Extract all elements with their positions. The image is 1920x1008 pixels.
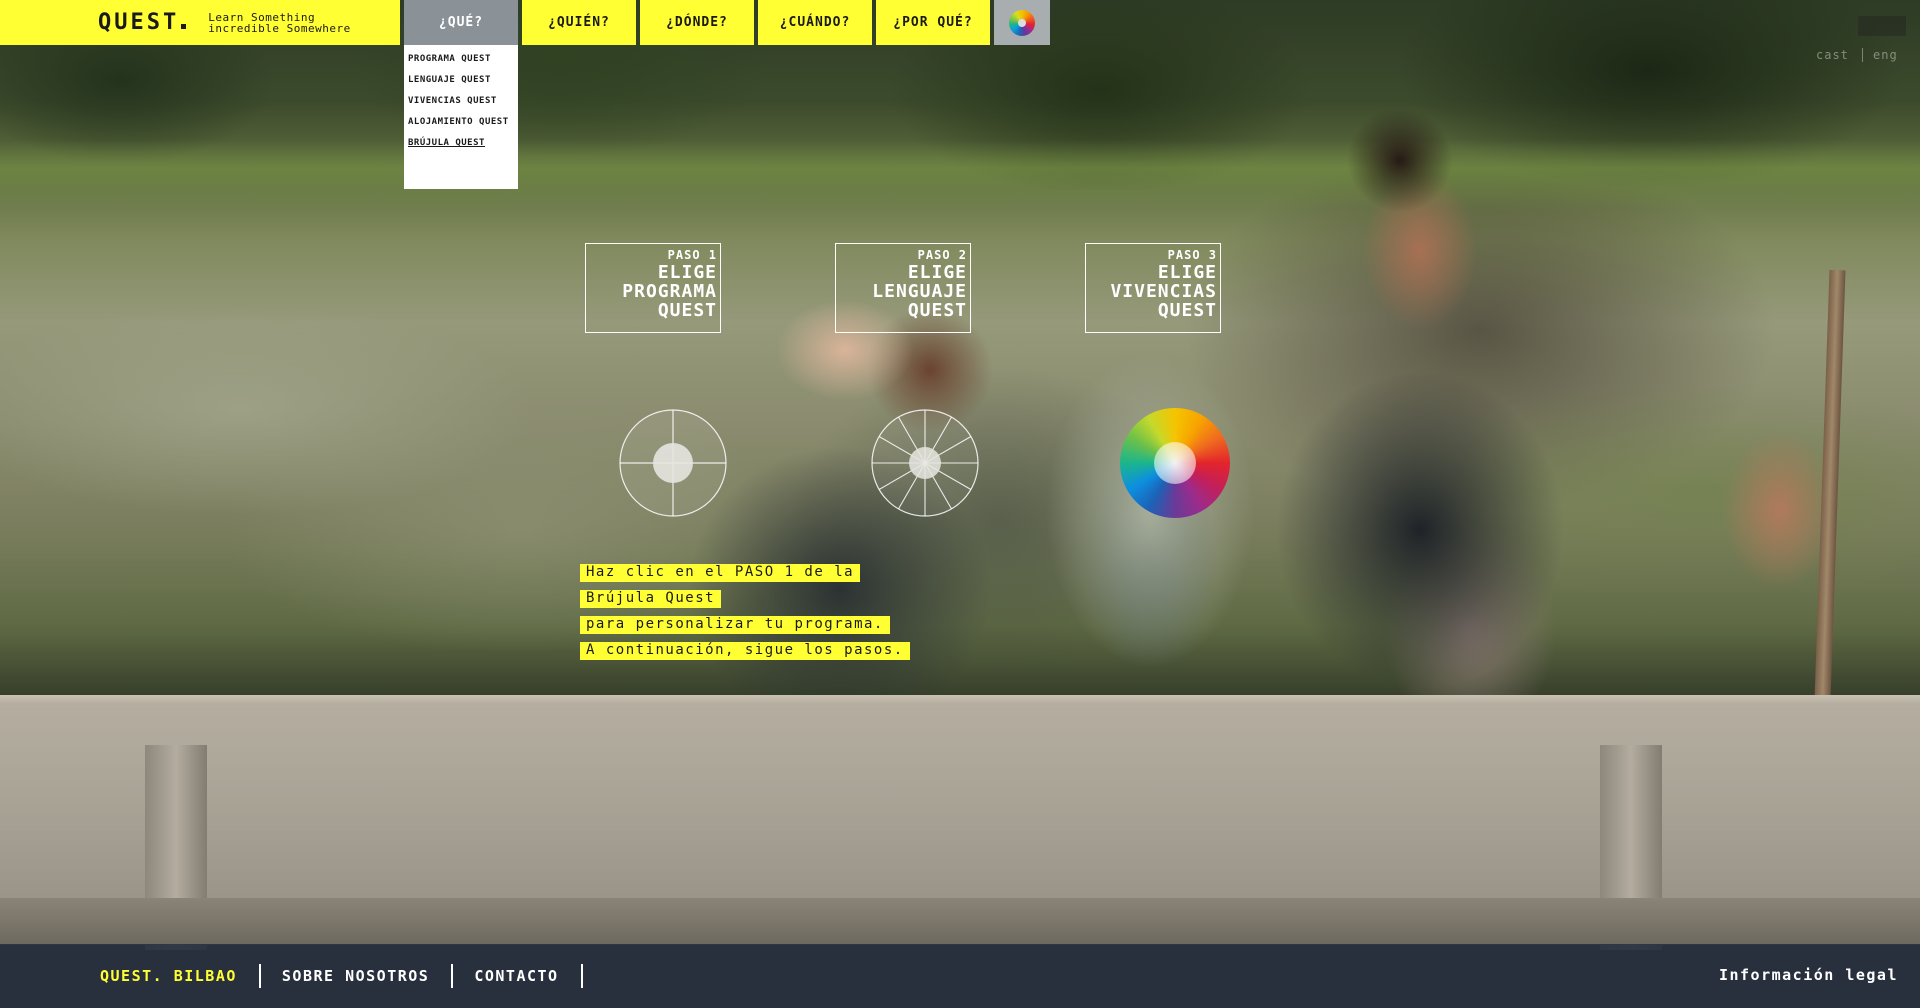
step-2-line-1: ELIGE [907, 262, 967, 283]
footer-contact-link[interactable]: CONTACTO [474, 967, 558, 985]
footer-bar: QUEST. BILBAO SOBRE NOSOTROS CONTACTO In… [0, 944, 1920, 1008]
step-3-line-1: ELIGE [1157, 262, 1217, 283]
compass-step-2-icon[interactable] [870, 408, 980, 518]
corner-logo [1858, 16, 1906, 36]
instruction-line-3: para personalizar tu programa. [580, 616, 890, 634]
footer-legal-link[interactable]: Información legal [1719, 966, 1898, 984]
bench-rail [0, 898, 1920, 944]
instruction-line-2: Brújula Quest [580, 590, 722, 608]
step-2-line-2: LENGUAJE [872, 281, 967, 302]
footer-brand-link[interactable]: QUEST. BILBAO [100, 967, 237, 985]
step-1-line-2: PROGRAMA [622, 281, 717, 302]
color-wheel-icon [1009, 9, 1035, 36]
step-1-line-1: ELIGE [657, 262, 717, 283]
brand-bar: QUEST Learn Something incredible Somewhe… [0, 0, 400, 45]
dropdown-item-programa[interactable]: PROGRAMA QUEST [404, 54, 518, 65]
nav-item-donde[interactable]: ¿DÓNDE? [640, 0, 754, 45]
logo[interactable]: QUEST [98, 10, 187, 35]
step-2-line-3: QUEST [907, 300, 967, 321]
dropdown-item-brujula[interactable]: BRÚJULA QUEST [404, 138, 518, 149]
compass-step-1-icon[interactable] [618, 408, 728, 518]
lang-eng-link[interactable]: eng [1873, 48, 1898, 62]
step-3-line-2: VIVENCIAS [1110, 281, 1217, 302]
step-3-kicker: PASO 3 [1167, 248, 1217, 262]
lang-separator [1862, 48, 1863, 62]
nav-item-cuando[interactable]: ¿CUÁNDO? [758, 0, 872, 45]
logo-text[interactable]: QUEST [98, 10, 179, 35]
tagline-line-2: incredible Somewhere [208, 21, 351, 35]
que-dropdown-menu: PROGRAMA QUEST LENGUAJE QUEST VIVENCIAS … [404, 45, 518, 189]
footer-separator [451, 964, 454, 988]
compass-step-3-color-wheel-icon[interactable] [1120, 408, 1230, 518]
nav-item-quien[interactable]: ¿QUIÉN? [522, 0, 636, 45]
footer-separator [580, 964, 583, 988]
tagline-line-1: Learn Something [208, 10, 316, 24]
dropdown-item-lenguaje[interactable]: LENGUAJE QUEST [404, 75, 518, 86]
dropdown-item-alojamiento[interactable]: ALOJAMIENTO QUEST [404, 117, 518, 128]
tagline: Learn Something incredible Somewhere [208, 12, 350, 34]
nav-color-wheel-button[interactable] [994, 0, 1050, 45]
footer-about-link[interactable]: SOBRE NOSOTROS [282, 967, 429, 985]
footer-separator [258, 964, 261, 988]
step-1-kicker: PASO 1 [667, 248, 717, 262]
background-man [1240, 110, 1860, 720]
nav-item-por-que[interactable]: ¿POR QUÉ? [876, 0, 990, 45]
step-1-card[interactable]: PASO 1 ELIGE PROGRAMA QUEST [585, 243, 721, 333]
instruction-line-4: A continuación, sigue los pasos. [580, 642, 910, 660]
logo-dot [181, 24, 187, 29]
dropdown-item-vivencias[interactable]: VIVENCIAS QUEST [404, 96, 518, 107]
instruction-line-1: Haz clic en el PASO 1 de la [580, 564, 861, 582]
step-1-line-3: QUEST [657, 300, 717, 321]
step-2-card[interactable]: PASO 2 ELIGE LENGUAJE QUEST [835, 243, 971, 333]
nav-item-que[interactable]: ¿QUÉ? [404, 0, 518, 45]
step-3-line-3: QUEST [1157, 300, 1217, 321]
lang-cast-link[interactable]: cast [1816, 48, 1849, 62]
step-3-card[interactable]: PASO 3 ELIGE VIVENCIAS QUEST [1085, 243, 1221, 333]
step-2-kicker: PASO 2 [917, 248, 967, 262]
instructions-block: Haz clic en el PASO 1 de la Brújula Ques… [580, 564, 910, 668]
